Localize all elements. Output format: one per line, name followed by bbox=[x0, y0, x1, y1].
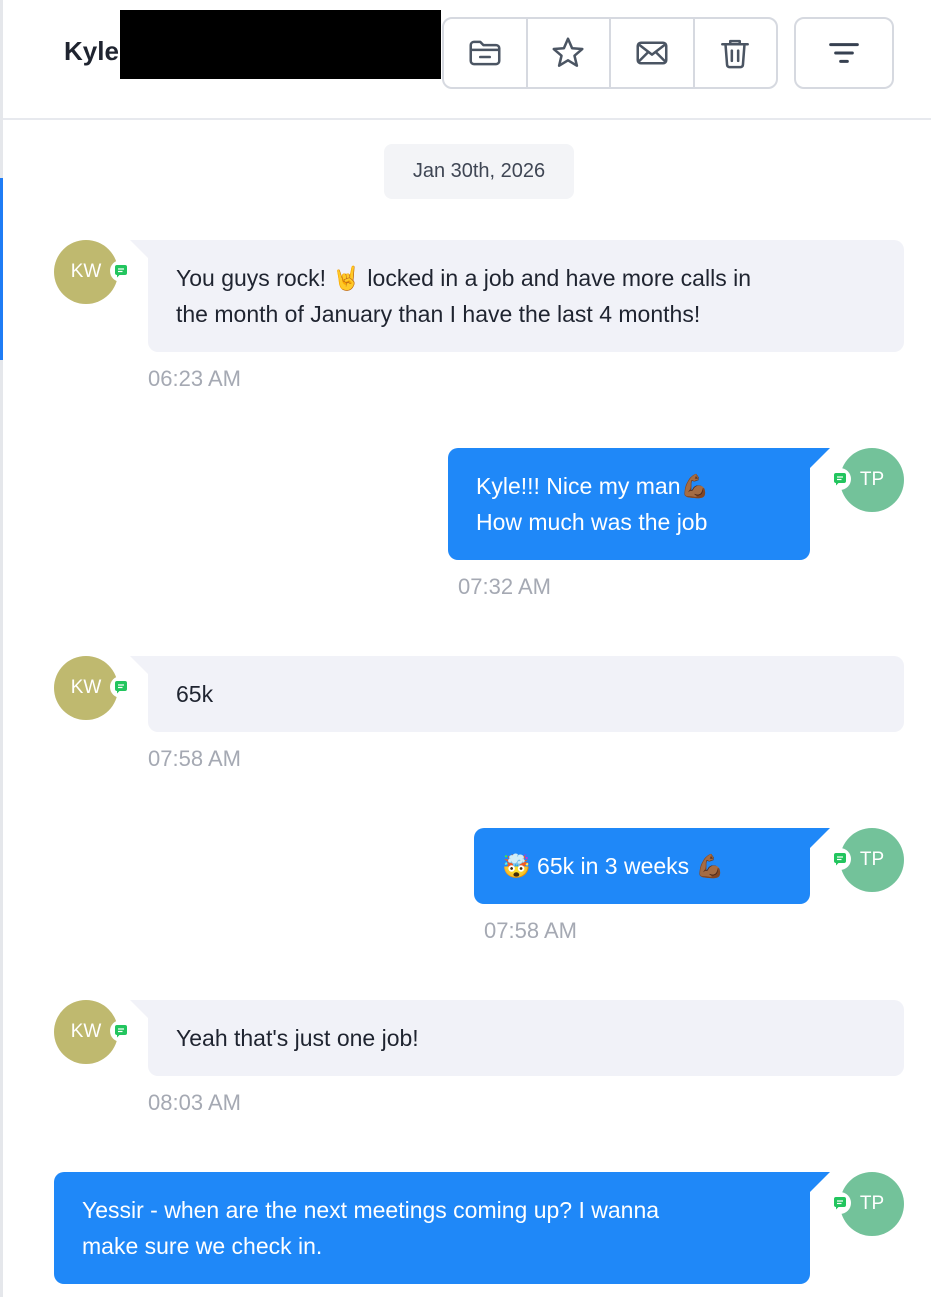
redacted-block bbox=[120, 10, 441, 79]
message-icon bbox=[115, 681, 127, 694]
message-text: Yeah that's just one job! bbox=[176, 1025, 419, 1051]
contact-name: Kyle bbox=[64, 36, 119, 66]
message-bubble-outgoing[interactable]: Kyle!!! Nice my man💪🏾 How much was the j… bbox=[448, 448, 830, 560]
message-timestamp: 07:58 AM bbox=[484, 918, 577, 943]
message-timestamp: 07:32 AM bbox=[458, 574, 551, 599]
message-text-line: the month of January than I have the las… bbox=[176, 301, 701, 327]
star-icon bbox=[552, 37, 584, 67]
message-bubble-outgoing[interactable]: Yessir - when are the next meetings comi… bbox=[54, 1172, 830, 1284]
filter-icon bbox=[829, 43, 859, 63]
move-to-folder-button[interactable] bbox=[444, 19, 528, 87]
star-button[interactable] bbox=[528, 19, 611, 87]
message-icon bbox=[115, 1025, 127, 1038]
delete-button[interactable] bbox=[695, 19, 777, 87]
message-timestamp: 06:23 AM bbox=[148, 366, 241, 391]
message-timestamp: 07:58 AM bbox=[148, 746, 241, 771]
contact-avatar[interactable]: KW bbox=[54, 656, 118, 720]
conversation-header: Kyle bbox=[3, 0, 931, 120]
message-bubble-incoming[interactable]: You guys rock! 🤘 locked in a job and hav… bbox=[130, 240, 904, 352]
sms-channel-badge bbox=[110, 260, 132, 282]
mark-unread-button[interactable] bbox=[611, 19, 695, 87]
message-bubble-outgoing[interactable]: 🤯 65k in 3 weeks 💪🏾 bbox=[474, 828, 830, 904]
message-timestamp: 08:03 AM bbox=[148, 1090, 241, 1115]
message-text-line: make sure we check in. bbox=[82, 1233, 323, 1259]
folder-minus-icon bbox=[469, 40, 501, 66]
sms-channel-badge bbox=[110, 676, 132, 698]
filter-button[interactable] bbox=[794, 17, 894, 89]
conversation-actions bbox=[442, 17, 778, 89]
message-text-line: How much was the job bbox=[476, 509, 708, 535]
message-icon bbox=[115, 265, 127, 278]
trash-icon bbox=[721, 39, 750, 69]
sms-channel-badge bbox=[829, 468, 851, 490]
message-bubble-incoming[interactable]: Yeah that's just one job! bbox=[130, 1000, 904, 1076]
message-text: 65k bbox=[176, 681, 214, 707]
contact-avatar[interactable]: KW bbox=[54, 1000, 118, 1064]
contact-avatar[interactable]: KW bbox=[54, 240, 118, 304]
message-bubble-incoming[interactable]: 65k bbox=[130, 656, 904, 732]
message-text-line: You guys rock! 🤘 locked in a job and hav… bbox=[176, 265, 751, 291]
message-icon bbox=[834, 1197, 846, 1210]
active-indicator bbox=[0, 178, 3, 360]
sms-channel-badge bbox=[829, 1192, 851, 1214]
message-text-line: Yessir - when are the next meetings comi… bbox=[82, 1197, 660, 1223]
mail-icon bbox=[636, 41, 668, 65]
message-icon bbox=[834, 473, 846, 486]
message-text: 🤯 65k in 3 weeks 💪🏾 bbox=[502, 853, 725, 879]
message-text-line: Kyle!!! Nice my man💪🏾 bbox=[476, 473, 710, 499]
sms-channel-badge bbox=[110, 1020, 132, 1042]
sms-channel-badge bbox=[829, 848, 851, 870]
date-separator: Jan 30th, 2026 bbox=[384, 144, 574, 199]
message-icon bbox=[834, 853, 846, 866]
